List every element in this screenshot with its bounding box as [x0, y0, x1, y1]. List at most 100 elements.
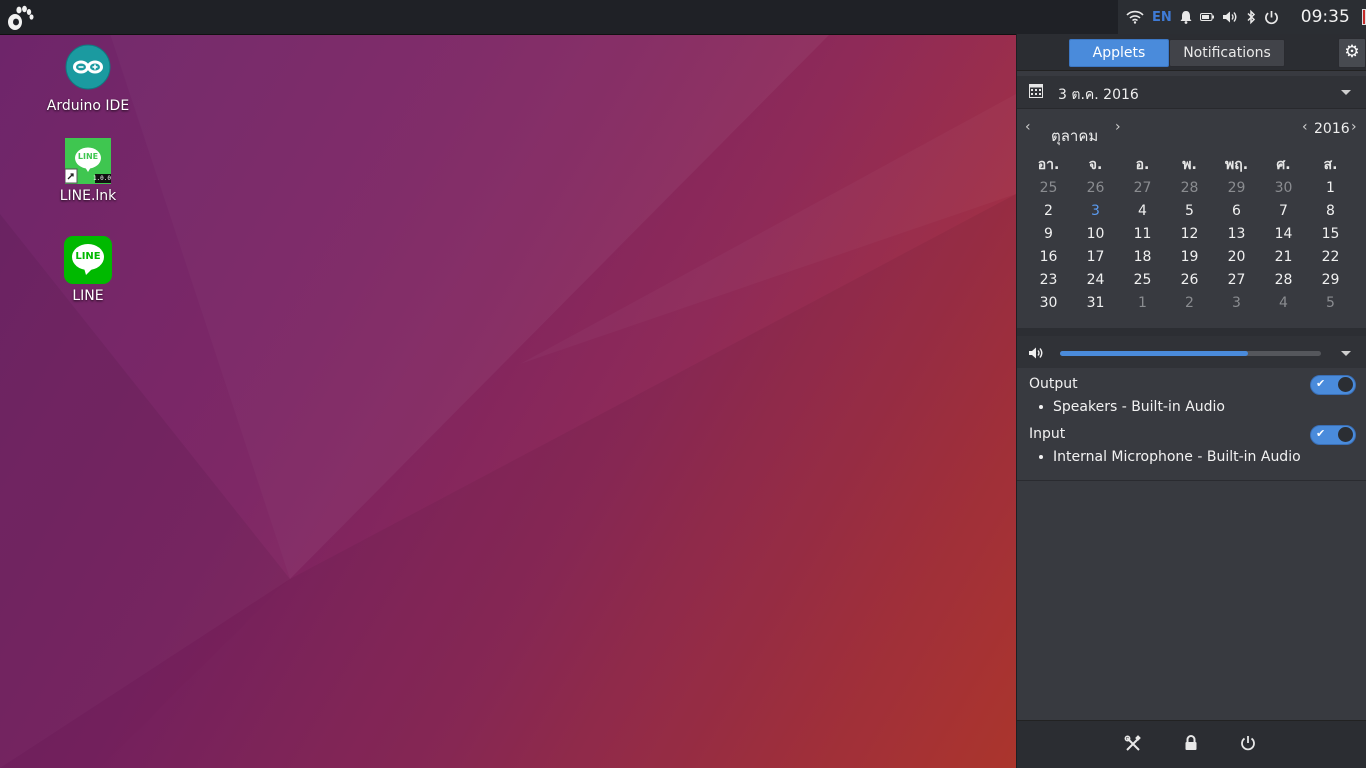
calendar-day[interactable]: 6 — [1213, 200, 1260, 223]
desktop-icon-line-lnk[interactable]: LINE 1.0.0 LINE.lnk — [38, 138, 138, 204]
calendar-day[interactable]: 27 — [1213, 269, 1260, 292]
panel-footer — [1017, 720, 1366, 768]
gnome-foot-icon[interactable] — [6, 3, 36, 31]
calendar-day-other-month[interactable]: 2 — [1166, 292, 1213, 315]
calendar-header[interactable]: 3 ต.ค. 2016 — [1017, 76, 1366, 109]
section-divider — [1017, 328, 1366, 336]
next-year-icon[interactable]: › — [1351, 119, 1357, 135]
desktop-wallpaper — [0, 34, 1016, 768]
panel-toggle-icon[interactable] — [1361, 9, 1366, 25]
desktop-icon-label: Arduino IDE — [46, 98, 130, 114]
toggle-knob — [1338, 377, 1353, 392]
keyboard-layout-indicator[interactable]: EN — [1152, 0, 1172, 34]
speaker-icon[interactable] — [1028, 346, 1044, 360]
calendar-day[interactable]: 25 — [1119, 269, 1166, 292]
calendar-week-row: 25 26 27 28 29 30 1 — [1025, 177, 1361, 200]
lock-icon[interactable] — [1184, 735, 1204, 755]
calendar-day[interactable]: 9 — [1025, 223, 1072, 246]
next-month-icon[interactable]: › — [1115, 119, 1121, 135]
desktop-icon-arduino[interactable]: Arduino IDE — [38, 44, 138, 114]
calendar-day-other-month[interactable]: 30 — [1260, 177, 1307, 200]
current-date: 3 ต.ค. 2016 — [1058, 87, 1139, 103]
weekday-label: อ. — [1135, 157, 1150, 173]
calendar-day[interactable]: 15 — [1307, 223, 1354, 246]
tab-notifications[interactable]: Notifications — [1169, 39, 1285, 67]
output-toggle[interactable]: ✔ — [1310, 375, 1356, 395]
output-device[interactable]: Speakers - Built-in Audio — [1039, 399, 1225, 415]
settings-tools-icon[interactable] — [1124, 735, 1144, 755]
calendar-day[interactable]: 20 — [1213, 246, 1260, 269]
power-icon[interactable] — [1264, 0, 1279, 34]
calendar-day[interactable]: 30 — [1025, 292, 1072, 315]
calendar-week-row: 23 24 25 26 27 28 29 — [1025, 269, 1361, 292]
calendar-day[interactable]: 29 — [1307, 269, 1354, 292]
calendar-day[interactable]: 4 — [1119, 200, 1166, 223]
calendar-widget: ‹ ตุลาคม › ‹ 2016 › อา. จ. อ. พ. พฤ. ศ. ส. 25 26… — [1017, 110, 1366, 328]
calendar-day-other-month[interactable]: 5 — [1307, 292, 1354, 315]
input-device[interactable]: Internal Microphone - Built-in Audio — [1039, 449, 1301, 465]
calendar-day[interactable]: 1 — [1307, 177, 1354, 200]
battery-icon[interactable] — [1199, 0, 1214, 34]
calendar-day[interactable]: 16 — [1025, 246, 1072, 269]
calendar-day-other-month[interactable]: 25 — [1025, 177, 1072, 200]
calendar-week-row: 9 10 11 12 13 14 15 — [1025, 223, 1361, 246]
calendar-day[interactable]: 19 — [1166, 246, 1213, 269]
calendar-day-other-month[interactable]: 26 — [1072, 177, 1119, 200]
volume-icon[interactable] — [1222, 0, 1238, 34]
calendar-day[interactable]: 7 — [1260, 200, 1307, 223]
calendar-day[interactable]: 26 — [1166, 269, 1213, 292]
output-label: Output — [1029, 376, 1078, 392]
calendar-day[interactable]: 8 — [1307, 200, 1354, 223]
calendar-week-row: 2345678 — [1025, 200, 1361, 223]
power-icon[interactable] — [1240, 735, 1260, 755]
system-tray: EN 09:35 — [1118, 0, 1366, 34]
calendar-day-other-month[interactable]: 4 — [1260, 292, 1307, 315]
calendar-day-other-month[interactable]: 1 — [1119, 292, 1166, 315]
tab-applets[interactable]: Applets — [1069, 39, 1169, 67]
output-device-label: Speakers - Built-in Audio — [1053, 399, 1225, 415]
clock[interactable]: 09:35 — [1301, 7, 1350, 27]
chevron-down-icon[interactable] — [1341, 90, 1351, 95]
calendar-day[interactable]: 28 — [1260, 269, 1307, 292]
calendar-month: ตุลาคม — [1051, 127, 1099, 145]
calendar-day[interactable]: 23 — [1025, 269, 1072, 292]
calendar-day[interactable]: 10 — [1072, 223, 1119, 246]
calendar-day[interactable]: 18 — [1119, 246, 1166, 269]
calendar-day-other-month[interactable]: 3 — [1213, 292, 1260, 315]
bullet — [1039, 405, 1043, 409]
calendar-icon — [1029, 84, 1043, 98]
calendar-day[interactable]: 2 — [1025, 200, 1072, 223]
calendar-day-other-month[interactable]: 28 — [1166, 177, 1213, 200]
bluetooth-icon[interactable] — [1246, 0, 1256, 34]
calendar-day[interactable]: 12 — [1166, 223, 1213, 246]
calendar-day[interactable]: 24 — [1072, 269, 1119, 292]
calendar-day-other-month[interactable]: 27 — [1119, 177, 1166, 200]
volume-slider[interactable] — [1060, 351, 1321, 356]
prev-month-icon[interactable]: ‹ — [1025, 119, 1031, 135]
panel-tab-bar: Applets Notifications ⚙ — [1017, 34, 1366, 71]
calendar-day[interactable]: 5 — [1166, 200, 1213, 223]
calendar-day[interactable]: 13 — [1213, 223, 1260, 246]
line-app-icon: LINE — [64, 236, 112, 284]
calendar-day-other-month[interactable]: 29 — [1213, 177, 1260, 200]
desktop-icon-label: LINE.lnk — [59, 188, 117, 204]
calendar-day[interactable]: 14 — [1260, 223, 1307, 246]
arduino-icon — [65, 44, 111, 90]
calendar-day[interactable]: 21 — [1260, 246, 1307, 269]
input-toggle[interactable]: ✔ — [1310, 425, 1356, 445]
desktop-icon-label: LINE — [72, 288, 104, 304]
wifi-icon[interactable] — [1126, 0, 1144, 34]
volume-slider-fill — [1060, 351, 1248, 356]
calendar-day[interactable]: 31 — [1072, 292, 1119, 315]
line-shortcut-icon: LINE 1.0.0 — [65, 138, 111, 184]
calendar-day[interactable]: 22 — [1307, 246, 1354, 269]
calendar-day-today[interactable]: 3 — [1072, 200, 1119, 223]
bell-icon[interactable] — [1180, 0, 1192, 34]
desktop-icon-line[interactable]: LINE LINE — [38, 236, 138, 304]
gear-icon[interactable]: ⚙ — [1338, 38, 1366, 68]
prev-year-icon[interactable]: ‹ — [1302, 119, 1308, 135]
calendar-day[interactable]: 17 — [1072, 246, 1119, 269]
chevron-down-icon[interactable] — [1341, 351, 1351, 356]
weekday-label: จ. — [1088, 157, 1103, 173]
calendar-day[interactable]: 11 — [1119, 223, 1166, 246]
